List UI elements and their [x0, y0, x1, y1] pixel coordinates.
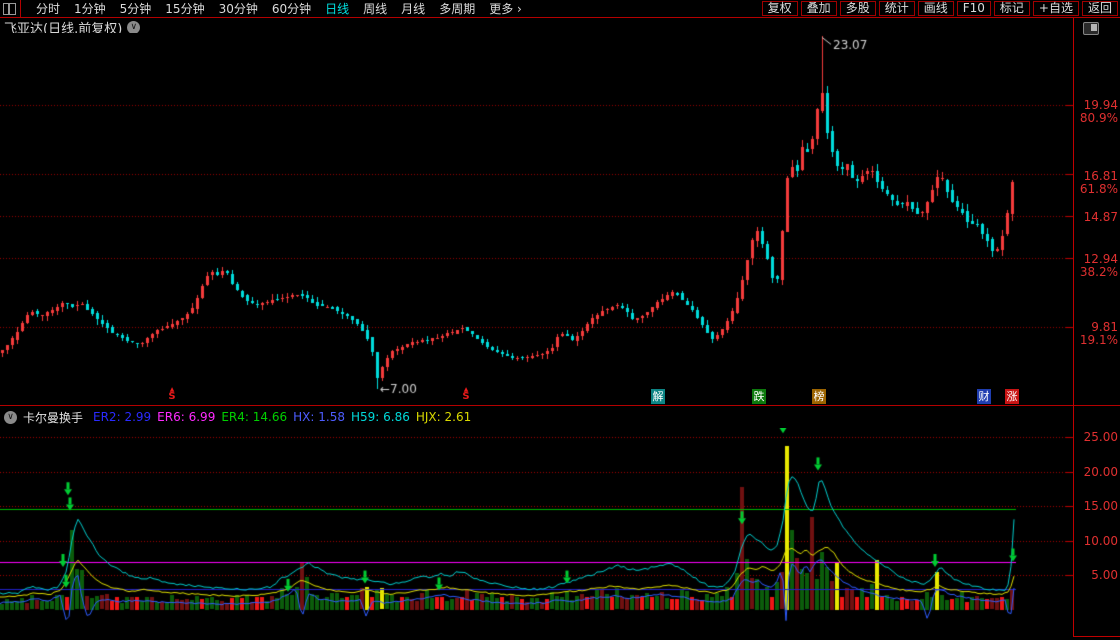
- panel-separator: [0, 405, 1120, 406]
- split-window-icon[interactable]: [3, 2, 16, 15]
- period-menubar: 分时 1分钟 5分钟 15分钟 30分钟 60分钟 日线 周线 月线 多周期 更…: [0, 0, 1120, 18]
- axis-bottom-border: [1073, 636, 1120, 637]
- menu-item-monthly[interactable]: 月线: [401, 0, 425, 17]
- axis-label: 10.00: [1083, 534, 1118, 548]
- menu-item-15min[interactable]: 15分钟: [165, 0, 204, 17]
- chevron-down-icon[interactable]: ∨: [127, 20, 141, 34]
- axis-label: 20.00: [1083, 465, 1118, 479]
- axis-label: 14.87: [1083, 210, 1118, 224]
- indicator-name[interactable]: 卡尔曼换手: [23, 409, 83, 426]
- chart-title-row: 飞亚达(日线.前复权) ∨: [4, 20, 141, 37]
- button-mark[interactable]: 标记: [993, 1, 1030, 16]
- chevron-down-icon[interactable]: ∨: [4, 410, 17, 424]
- trading-app-window: 分时 1分钟 5分钟 15分钟 30分钟 60分钟 日线 周线 月线 多周期 更…: [0, 0, 1120, 640]
- panel-layout-icon[interactable]: [1083, 22, 1099, 35]
- price-axis: [1073, 18, 1074, 637]
- axis-label: 9.81: [1091, 320, 1118, 334]
- news-tag[interactable]: 解: [651, 389, 665, 404]
- menu-item-1min[interactable]: 1分钟: [74, 0, 106, 17]
- indicator-param: HJX: 2.61: [415, 410, 472, 424]
- indicator-param: ER6: 6.99: [157, 410, 216, 424]
- menu-item-30min[interactable]: 30分钟: [219, 0, 258, 17]
- button-overlay[interactable]: 叠加: [800, 1, 837, 16]
- indicator-chart[interactable]: [0, 428, 1073, 637]
- candlestick-chart[interactable]: [0, 33, 1073, 405]
- axis-label: 25.00: [1083, 430, 1118, 444]
- news-tag[interactable]: 财: [977, 389, 991, 404]
- news-tag[interactable]: 榜: [812, 389, 826, 404]
- menu-item-multi-period[interactable]: 多周期: [439, 0, 475, 17]
- axis-label: 38.2%: [1079, 265, 1118, 279]
- button-multi-stock[interactable]: 多股: [839, 1, 876, 16]
- menu-item-weekly[interactable]: 周线: [363, 0, 387, 17]
- indicator-header: ∨ 卡尔曼换手 ER2: 2.99 ER6: 6.99 ER4: 14.66 H…: [4, 409, 471, 425]
- axis-label: 12.94: [1083, 252, 1118, 266]
- axis-label: 16.81: [1083, 169, 1118, 183]
- ex-dividend-marker[interactable]: ▲ S: [167, 387, 177, 402]
- button-back[interactable]: 返回: [1081, 1, 1118, 16]
- indicator-param: ER2: 2.99: [93, 410, 152, 424]
- news-tag[interactable]: 涨: [1005, 389, 1019, 404]
- axis-label: 80.9%: [1079, 111, 1118, 125]
- menu-item-more[interactable]: 更多 ›: [489, 0, 522, 17]
- button-add-watchlist[interactable]: +自选: [1032, 1, 1079, 16]
- news-tag[interactable]: 跌: [752, 389, 766, 404]
- indicator-param: ER4: 14.66: [221, 410, 288, 424]
- toolbar-right: 复权 叠加 多股 统计 画线 F10 标记 +自选 返回: [759, 1, 1118, 16]
- ex-dividend-marker[interactable]: ▲ S: [461, 387, 471, 402]
- indicator-param: H59: 6.86: [350, 410, 410, 424]
- axis-label: 5.00: [1091, 568, 1118, 582]
- axis-label: 19.1%: [1079, 333, 1118, 347]
- button-fuquan[interactable]: 复权: [761, 1, 798, 16]
- axis-label: 19.94: [1083, 98, 1118, 112]
- button-statistics[interactable]: 统计: [878, 1, 915, 16]
- axis-label: 61.8%: [1079, 182, 1118, 196]
- axis-label: 15.00: [1083, 499, 1118, 513]
- indicator-param: HX: 1.58: [293, 410, 345, 424]
- menu-item-daily[interactable]: 日线: [325, 0, 349, 17]
- menu-item-5min[interactable]: 5分钟: [120, 0, 152, 17]
- button-draw-line[interactable]: 画线: [917, 1, 954, 16]
- menu-item-60min[interactable]: 60分钟: [272, 0, 311, 17]
- menu-divider: [20, 0, 21, 17]
- menu-item-fenshi[interactable]: 分时: [36, 0, 60, 17]
- button-f10[interactable]: F10: [956, 1, 991, 16]
